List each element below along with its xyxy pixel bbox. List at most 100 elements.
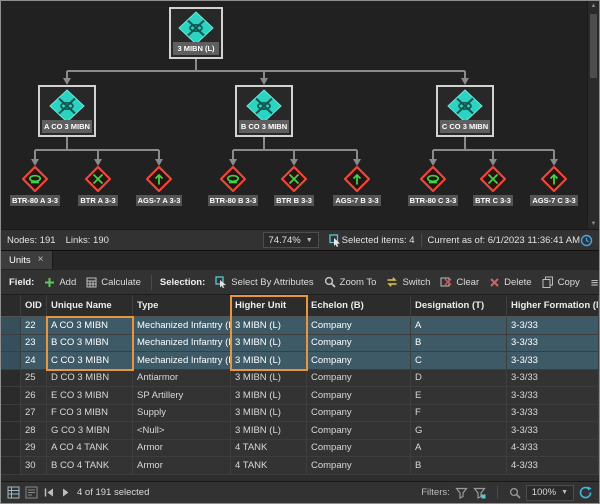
node-a-co-3-mibn[interactable]: A CO 3 MIBN bbox=[38, 85, 96, 137]
switch-selection-button[interactable]: Switch bbox=[381, 273, 435, 291]
row-selector[interactable] bbox=[1, 439, 21, 456]
cell-echelon[interactable]: Company bbox=[307, 404, 411, 421]
cell-unique-name[interactable]: A CO 4 TANK bbox=[47, 439, 133, 456]
delete-button[interactable]: Delete bbox=[484, 274, 536, 291]
cell-type[interactable]: SP Artillery bbox=[133, 387, 231, 404]
zoom-to-button[interactable]: Zoom To bbox=[319, 273, 382, 291]
table-row[interactable]: 30 B CO 4 TANK Armor 4 TANK Company B 4-… bbox=[1, 457, 599, 475]
table-row[interactable]: 23 B CO 3 MIBN Mechanized Infantry (Li..… bbox=[1, 334, 599, 352]
table-row[interactable]: 26 E CO 3 MIBN SP Artillery 3 MIBN (L) C… bbox=[1, 387, 599, 405]
cell-higher-formation[interactable]: 3-3/33 bbox=[507, 317, 599, 334]
cell-higher-formation[interactable]: 3-3/33 bbox=[507, 404, 599, 421]
cell-designation[interactable]: G bbox=[411, 422, 507, 439]
row-selector[interactable] bbox=[1, 317, 21, 334]
chart-vertical-scrollbar[interactable]: ▲ ▼ bbox=[587, 1, 599, 229]
row-selector[interactable] bbox=[1, 457, 21, 474]
cell-higher-unit[interactable]: 3 MIBN (L) bbox=[231, 317, 307, 334]
first-record-icon[interactable] bbox=[43, 487, 55, 498]
cell-type[interactable]: Mechanized Infantry (Li... bbox=[133, 334, 231, 351]
row-selector[interactable] bbox=[1, 352, 21, 369]
cell-echelon[interactable]: Company bbox=[307, 387, 411, 404]
close-icon[interactable]: × bbox=[38, 255, 44, 265]
cell-unique-name[interactable]: D CO 3 MIBN bbox=[47, 369, 133, 386]
header-oid[interactable]: OID bbox=[21, 295, 47, 316]
cell-higher-unit[interactable]: 3 MIBN (L) bbox=[231, 404, 307, 421]
cell-type[interactable]: Mechanized Infantry (Li... bbox=[133, 352, 231, 369]
header-unique-name[interactable]: Unique Name bbox=[47, 295, 133, 316]
chart-zoom-control[interactable]: 74.74% ▼ bbox=[262, 232, 319, 248]
table-row[interactable]: 28 G CO 3 MIBN <Null> 3 MIBN (L) Company… bbox=[1, 422, 599, 440]
link-chart-canvas[interactable]: 3 MIBN (L) A CO 3 MIBN B CO 3 MIBN C CO … bbox=[1, 1, 599, 229]
cell-designation[interactable]: C bbox=[411, 352, 507, 369]
table-row[interactable]: 29 A CO 4 TANK Armor 4 TANK Company A 4-… bbox=[1, 439, 599, 457]
row-selector[interactable] bbox=[1, 387, 21, 404]
cell-oid[interactable]: 27 bbox=[21, 404, 47, 421]
zoom-icon[interactable] bbox=[509, 487, 521, 499]
cell-echelon[interactable]: Company bbox=[307, 422, 411, 439]
refresh-icon[interactable] bbox=[579, 486, 593, 499]
cell-oid[interactable]: 28 bbox=[21, 422, 47, 439]
cell-type[interactable]: Antiarmor bbox=[133, 369, 231, 386]
table-row[interactable]: 24 C CO 3 MIBN Mechanized Infantry (Li..… bbox=[1, 352, 599, 370]
node-btr-80-a-3-3[interactable]: BTR-80 A 3-3 bbox=[1, 165, 70, 206]
header-type[interactable]: Type bbox=[133, 295, 231, 316]
cell-unique-name[interactable]: C CO 3 MIBN bbox=[47, 352, 133, 369]
scroll-down-icon[interactable]: ▼ bbox=[588, 219, 599, 229]
cell-higher-formation[interactable]: 4-3/33 bbox=[507, 457, 599, 474]
cell-unique-name[interactable]: G CO 3 MIBN bbox=[47, 422, 133, 439]
table-row[interactable]: 27 F CO 3 MIBN Supply 3 MIBN (L) Company… bbox=[1, 404, 599, 422]
cell-higher-formation[interactable]: 3-3/33 bbox=[507, 422, 599, 439]
header-designation[interactable]: Designation (T) bbox=[411, 295, 507, 316]
cell-type[interactable]: <Null> bbox=[133, 422, 231, 439]
cell-oid[interactable]: 22 bbox=[21, 317, 47, 334]
cell-higher-unit[interactable]: 4 TANK bbox=[231, 439, 307, 456]
cell-higher-formation[interactable]: 3-3/33 bbox=[507, 387, 599, 404]
filter-selection-icon[interactable] bbox=[473, 487, 486, 499]
cell-designation[interactable]: D bbox=[411, 369, 507, 386]
panel-menu-icon[interactable]: ≡ bbox=[585, 275, 600, 290]
cell-higher-unit[interactable]: 4 TANK bbox=[231, 457, 307, 474]
add-field-button[interactable]: Add bbox=[39, 274, 81, 291]
cell-oid[interactable]: 24 bbox=[21, 352, 47, 369]
table-view-icon[interactable] bbox=[7, 486, 20, 499]
scrollbar-thumb[interactable] bbox=[590, 14, 597, 78]
select-by-attributes-button[interactable]: Select By Attributes bbox=[210, 273, 318, 291]
cell-unique-name[interactable]: F CO 3 MIBN bbox=[47, 404, 133, 421]
clock-icon[interactable] bbox=[580, 234, 593, 247]
node-ags-7-b-3-3[interactable]: AGS-7 B 3-3 bbox=[322, 165, 392, 206]
cell-higher-unit[interactable]: 3 MIBN (L) bbox=[231, 334, 307, 351]
table-zoom-control[interactable]: 100% ▼ bbox=[525, 484, 574, 501]
calculate-button[interactable]: Calculate bbox=[81, 274, 146, 291]
row-selector[interactable] bbox=[1, 422, 21, 439]
copy-button[interactable]: Copy bbox=[537, 273, 585, 291]
form-view-icon[interactable] bbox=[25, 486, 38, 499]
cell-higher-formation[interactable]: 3-3/33 bbox=[507, 334, 599, 351]
cell-oid[interactable]: 26 bbox=[21, 387, 47, 404]
row-selector[interactable] bbox=[1, 334, 21, 351]
cell-higher-unit[interactable]: 3 MIBN (L) bbox=[231, 369, 307, 386]
cell-higher-formation[interactable]: 3-3/33 bbox=[507, 369, 599, 386]
cell-type[interactable]: Mechanized Infantry (Li... bbox=[133, 317, 231, 334]
cell-echelon[interactable]: Company bbox=[307, 317, 411, 334]
cell-oid[interactable]: 23 bbox=[21, 334, 47, 351]
table-row[interactable]: 25 D CO 3 MIBN Antiarmor 3 MIBN (L) Comp… bbox=[1, 369, 599, 387]
cell-type[interactable]: Armor bbox=[133, 439, 231, 456]
cell-unique-name[interactable]: A CO 3 MIBN bbox=[47, 317, 133, 334]
cell-higher-formation[interactable]: 3-3/33 bbox=[507, 352, 599, 369]
cell-designation[interactable]: E bbox=[411, 387, 507, 404]
scroll-up-icon[interactable]: ▲ bbox=[588, 1, 599, 11]
next-record-icon[interactable] bbox=[60, 487, 72, 498]
cell-designation[interactable]: F bbox=[411, 404, 507, 421]
cell-echelon[interactable]: Company bbox=[307, 334, 411, 351]
node-ags-7-c-3-3[interactable]: AGS-7 C 3-3 bbox=[519, 165, 589, 206]
node-btr-80-b-3-3[interactable]: BTR-80 B 3-3 bbox=[198, 165, 268, 206]
cell-designation[interactable]: B bbox=[411, 457, 507, 474]
node-ags-7-a-3-3[interactable]: AGS-7 A 3-3 bbox=[124, 165, 194, 206]
cell-designation[interactable]: B bbox=[411, 334, 507, 351]
row-selector[interactable] bbox=[1, 369, 21, 386]
cell-type[interactable]: Armor bbox=[133, 457, 231, 474]
header-echelon[interactable]: Echelon (B) bbox=[307, 295, 411, 316]
cell-echelon[interactable]: Company bbox=[307, 369, 411, 386]
node-c-co-3-mibn[interactable]: C CO 3 MIBN bbox=[436, 85, 494, 137]
cell-higher-unit[interactable]: 3 MIBN (L) bbox=[231, 387, 307, 404]
